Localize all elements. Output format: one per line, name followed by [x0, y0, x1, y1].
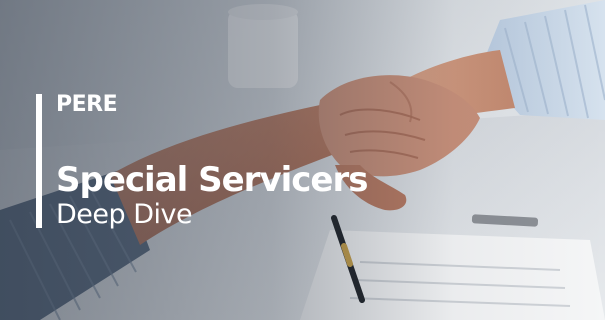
banner-subtitle: Deep Dive	[56, 199, 193, 230]
accent-bar	[36, 94, 42, 228]
publication-kicker: PERE	[56, 92, 118, 117]
banner-title: Special Servicers	[56, 160, 368, 200]
hero-banner: PERE Special Servicers Deep Dive	[0, 0, 605, 320]
